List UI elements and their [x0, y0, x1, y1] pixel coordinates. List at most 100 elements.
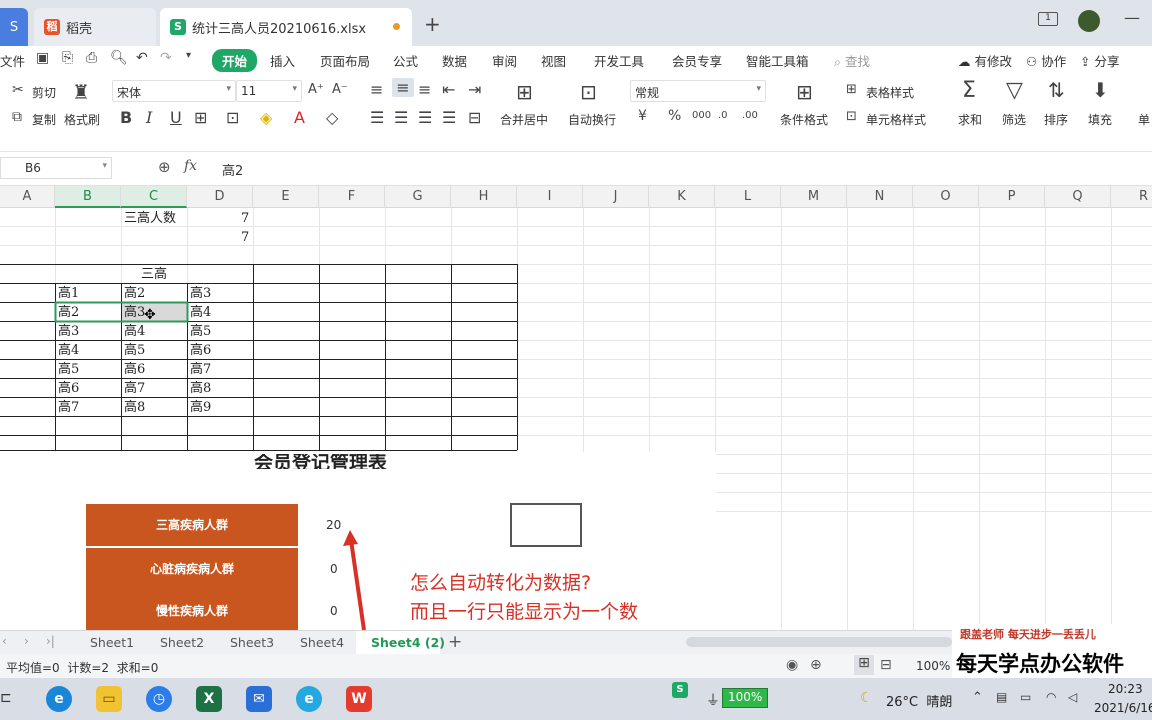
page-layout-icon[interactable]: ⊟: [880, 657, 892, 673]
currency-icon[interactable]: ¥: [638, 108, 647, 124]
column-header-k[interactable]: K: [649, 186, 715, 208]
number-format-select[interactable]: 常规 ▾: [630, 80, 766, 102]
clock-date[interactable]: 2021/6/16: [1094, 701, 1152, 715]
indent-increase-icon[interactable]: ⇥: [468, 80, 481, 99]
weather-text[interactable]: 26°C 晴朗: [886, 691, 952, 710]
tray-chevron-icon[interactable]: ⌃: [972, 690, 983, 705]
align-right-icon[interactable]: ☰: [418, 108, 432, 127]
align-left-icon[interactable]: ☰: [370, 108, 384, 127]
fill-button[interactable]: 填充: [1088, 111, 1112, 128]
column-header-l[interactable]: L: [715, 186, 781, 208]
battery-indicator[interactable]: 100%: [722, 688, 769, 708]
copy-button[interactable]: 复制: [32, 111, 56, 128]
table-cell[interactable]: 高7: [58, 398, 79, 417]
edge-browser-icon[interactable]: e: [46, 686, 72, 712]
cut-button[interactable]: 剪切: [32, 84, 56, 101]
battery-tray-icon[interactable]: ▭: [1020, 690, 1031, 704]
horizontal-scrollbar[interactable]: [686, 637, 952, 647]
table-cell[interactable]: 高6: [124, 360, 145, 379]
indent-decrease-icon[interactable]: ⇤: [442, 80, 455, 99]
table-cell[interactable]: 高4: [58, 341, 79, 360]
save-icon[interactable]: ▣: [36, 50, 49, 66]
sheet-tab-5[interactable]: Sheet4 (2): [371, 635, 445, 650]
table-cell[interactable]: 高5: [124, 341, 145, 360]
table-cell[interactable]: 高2: [58, 303, 79, 322]
filter-button[interactable]: 筛选: [1002, 111, 1026, 128]
table-cell[interactable]: 高2: [124, 284, 145, 303]
font-size-select[interactable]: 11 ▾: [236, 80, 302, 102]
table-cell[interactable]: 高3: [190, 284, 211, 303]
search-box[interactable]: ⌕ 查找: [834, 51, 870, 70]
column-header-g[interactable]: G: [385, 186, 451, 208]
column-header-m[interactable]: M: [781, 186, 847, 208]
excel-icon[interactable]: X: [196, 686, 222, 712]
column-header-i[interactable]: I: [517, 186, 583, 208]
sort-button[interactable]: 排序: [1044, 111, 1068, 128]
table-cell[interactable]: 高1: [58, 284, 79, 303]
ie-browser-icon[interactable]: e: [296, 686, 322, 712]
window-count-icon[interactable]: 1: [1038, 12, 1058, 26]
mail-icon[interactable]: ✉: [246, 686, 272, 712]
merge-center-button[interactable]: 合并居中: [500, 111, 548, 128]
table-cell[interactable]: 高6: [58, 379, 79, 398]
percent-icon[interactable]: %: [668, 108, 681, 124]
sheet-tab-4[interactable]: Sheet4: [300, 635, 344, 650]
menu-smart-toolbox[interactable]: 智能工具箱: [746, 51, 809, 70]
clock-app-icon[interactable]: ◷: [146, 686, 172, 712]
underline-icon[interactable]: U: [170, 108, 182, 127]
column-header-e[interactable]: E: [253, 186, 319, 208]
increase-font-icon[interactable]: A⁺: [308, 82, 324, 97]
column-header-a[interactable]: A: [0, 186, 55, 208]
eye-protection-icon[interactable]: ◉: [786, 657, 798, 673]
conditional-format-button[interactable]: 条件格式: [780, 111, 828, 128]
column-header-j[interactable]: J: [583, 186, 649, 208]
wps-tray-icon[interactable]: S: [672, 682, 688, 698]
share-button[interactable]: ⇪ 分享: [1080, 51, 1119, 70]
app-home-tab[interactable]: S: [0, 8, 28, 46]
distributed-icon[interactable]: ⊟: [468, 108, 481, 127]
table-cell[interactable]: 高8: [190, 379, 211, 398]
column-header-p[interactable]: P: [979, 186, 1045, 208]
last-sheet-icon[interactable]: ›|: [46, 634, 55, 648]
add-sheet-icon[interactable]: +: [448, 632, 462, 652]
align-bottom-icon[interactable]: ≡: [418, 80, 431, 99]
column-header-h[interactable]: H: [451, 186, 517, 208]
thousands-icon[interactable]: 000: [692, 110, 711, 121]
column-header-d[interactable]: D: [187, 186, 253, 208]
clock-time[interactable]: 20:23: [1108, 682, 1143, 696]
has-changes-button[interactable]: ☁ 有修改: [958, 51, 1012, 70]
undo-icon[interactable]: ↶: [136, 50, 148, 66]
column-header-o[interactable]: O: [913, 186, 979, 208]
menu-member[interactable]: 会员专享: [672, 51, 722, 70]
decrease-decimal-icon[interactable]: .00: [742, 110, 758, 121]
menu-page-layout[interactable]: 页面布局: [320, 51, 370, 70]
avatar[interactable]: [1078, 10, 1100, 32]
redo-icon[interactable]: ↷: [160, 50, 172, 66]
table-cell[interactable]: 高7: [190, 360, 211, 379]
quick-access-dropdown-icon[interactable]: ▾: [186, 50, 191, 61]
file-explorer-icon[interactable]: ▭: [96, 686, 122, 712]
align-middle-icon[interactable]: ≡: [392, 78, 414, 97]
menu-developer[interactable]: 开发工具: [594, 51, 644, 70]
formula-input[interactable]: 高2: [222, 160, 243, 179]
wrap-text-button[interactable]: 自动换行: [568, 111, 616, 128]
embedded-picture[interactable]: 会员登记管理表 三高疾病人群 20 心脏病疾病人群 0 慢性疾病人群 0 怎么自…: [0, 452, 716, 630]
justify-icon[interactable]: ☰: [442, 108, 456, 127]
menu-review[interactable]: 审阅: [492, 51, 517, 70]
zoom-level[interactable]: 100%: [916, 659, 950, 673]
wifi-icon[interactable]: ◠: [1046, 690, 1056, 704]
menu-insert[interactable]: 插入: [270, 51, 295, 70]
minimize-icon[interactable]: —: [1124, 8, 1140, 27]
cell-d1[interactable]: 7: [241, 209, 249, 228]
table-style-button[interactable]: 表格样式: [866, 84, 914, 101]
menu-formulas[interactable]: 公式: [393, 51, 418, 70]
cell-d2[interactable]: 7: [241, 228, 249, 247]
table-cell[interactable]: 高4: [124, 322, 145, 341]
zoom-search-icon[interactable]: ⊕: [158, 158, 171, 176]
column-header-b[interactable]: B: [55, 186, 121, 208]
align-center-icon[interactable]: ☰: [394, 108, 408, 127]
menu-data[interactable]: 数据: [442, 51, 467, 70]
volume-icon[interactable]: ◁: [1068, 690, 1077, 704]
menu-home[interactable]: 开始: [212, 49, 258, 72]
first-sheet-icon[interactable]: ‹: [2, 634, 7, 648]
